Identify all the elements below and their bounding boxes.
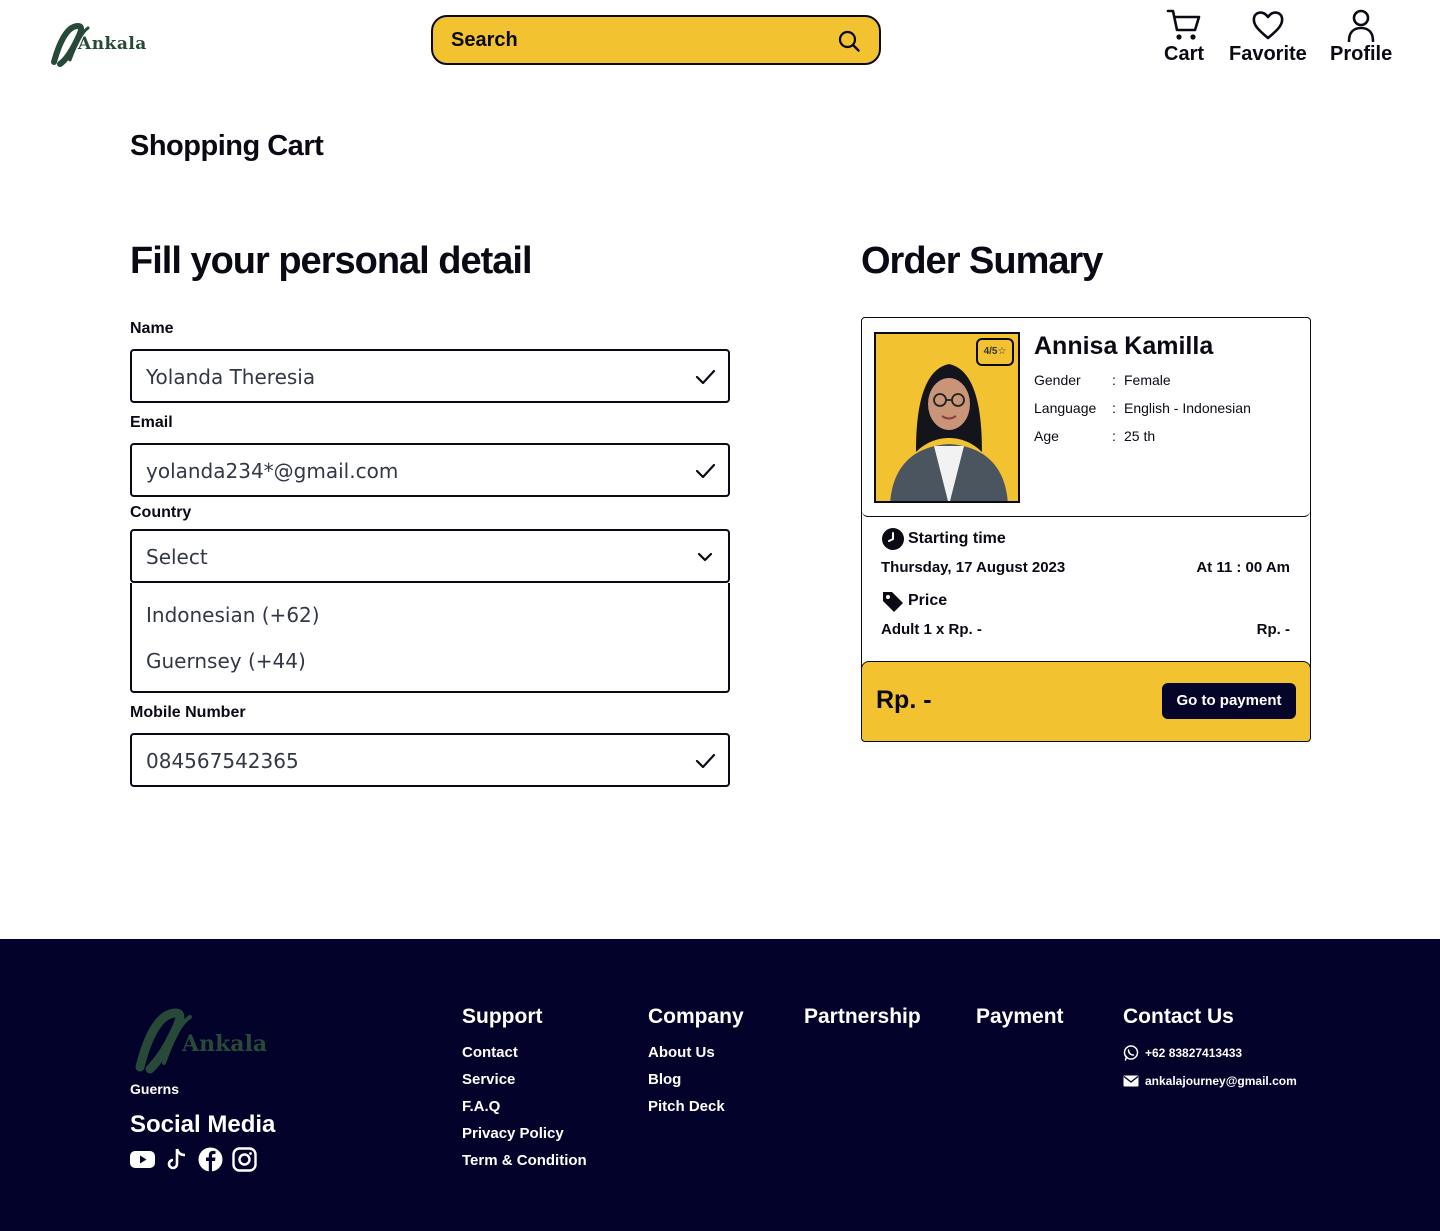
ankala-logo[interactable]: Ankala [50,20,146,68]
search-icon[interactable] [837,29,861,53]
price-label: Price [908,592,948,609]
support-link-faq[interactable]: F.A.Q [462,1093,587,1120]
footer-logo[interactable]: Ankala [134,1005,274,1075]
starting-time-label: Starting time [908,530,1006,547]
check-icon [695,369,716,385]
colon: : [1112,372,1116,388]
check-icon [695,463,716,479]
partnership-title[interactable]: Partnership [804,1005,921,1029]
social-media-title: Social Media [130,1111,276,1138]
age-label: Age [1034,428,1059,444]
contact-email-text: ankalajourney@gmail.com [1145,1074,1297,1088]
mail-icon [1123,1075,1139,1087]
support-link-terms[interactable]: Term & Condition [462,1147,587,1174]
contact-email[interactable]: ankalajourney@gmail.com [1123,1067,1297,1095]
contact-phone[interactable]: +62 83827413433 [1123,1039,1297,1067]
check-icon [695,753,716,769]
clock-icon [882,528,904,550]
contact-title: Contact Us [1123,1005,1234,1028]
total-bar: Rp. - Go to payment [861,661,1311,742]
host-name: Annisa Kamilla [1034,332,1214,360]
support-link-contact[interactable]: Contact [462,1039,587,1066]
company-title: Company [648,1005,744,1028]
country-option-guernsey[interactable]: Guernsey (+44) [146,649,306,673]
instagram-icon[interactable] [232,1147,257,1172]
name-value[interactable]: Yolanda Theresia [146,365,315,389]
company-link-pitch[interactable]: Pitch Deck [648,1093,744,1120]
whatsapp-icon [1123,1045,1139,1061]
social-icons [130,1147,257,1172]
heart-icon [1252,11,1284,40]
host-photo: 4/5☆ [874,332,1020,503]
total-price: Rp. - [876,686,932,714]
star-icon: ☆ [997,346,1007,357]
personal-detail-title: Fill your personal detail [130,240,533,282]
footer-support-column: Support Contact Service F.A.Q Privacy Po… [462,1005,587,1174]
host-profile-card[interactable]: 4/5☆ Annisa Kamilla Gender : Female Lang… [862,318,1310,517]
mobile-field[interactable]: 084567542365 [130,733,730,787]
contact-phone-text: +62 83827413433 [1145,1046,1243,1060]
footer-contact-column: Contact Us +62 83827413433 ankalajourney… [1123,1005,1297,1095]
name-label: Name [130,320,174,337]
footer: Ankala Guerns Social Media Support Conta… [0,939,1440,1231]
user-icon [1347,9,1375,42]
payment-title[interactable]: Payment [976,1005,1064,1029]
mobile-label: Mobile Number [130,704,246,721]
company-link-about[interactable]: About Us [648,1039,744,1066]
search-input[interactable]: Search [451,29,518,52]
order-summary-title: Order Sumary [861,240,1103,282]
nav-cart-label: Cart [1164,43,1205,65]
age-value: 25 th [1124,428,1156,444]
support-link-privacy[interactable]: Privacy Policy [462,1120,587,1147]
email-label: Email [130,414,173,431]
price-tag-icon [883,592,903,612]
country-label: Country [130,504,192,521]
footer-payment-column: Payment [976,1005,1064,1039]
nav-favorite-label: Favorite [1229,43,1307,65]
name-field[interactable]: Yolanda Theresia [130,349,730,403]
support-title: Support [462,1005,543,1028]
nav-cart[interactable]: Cart [1164,8,1204,66]
nav-profile-label: Profile [1330,43,1393,65]
company-link-blog[interactable]: Blog [648,1066,744,1093]
rating-value: 4/5 [983,346,998,357]
rating-badge: 4/5☆ [976,338,1014,366]
footer-small-text: Guerns [130,1081,180,1097]
adult-price: Rp. - [1256,621,1290,638]
tiktok-icon[interactable] [164,1147,189,1172]
go-to-payment-button[interactable]: Go to payment [1162,683,1296,719]
language-value: English - Indonesian [1124,400,1251,416]
country-dropdown: Indonesian (+62) Guernsey (+44) [130,583,730,693]
starting-hour: At 11 : 00 Am [1196,559,1290,576]
country-value[interactable]: Select [146,545,208,569]
gender-value: Female [1124,372,1171,388]
gender-label: Gender [1034,372,1081,388]
email-value[interactable]: yolanda234*@gmail.com [146,459,398,483]
footer-company-column: Company About Us Blog Pitch Deck [648,1005,744,1120]
nav-profile[interactable]: Profile [1330,8,1392,66]
language-label: Language [1034,400,1097,416]
country-select[interactable]: Select [130,529,730,583]
facebook-icon[interactable] [198,1147,223,1172]
order-summary-card: 4/5☆ Annisa Kamilla Gender : Female Lang… [861,317,1311,742]
colon: : [1112,428,1116,444]
footer-logo-text: Ankala [182,1031,268,1057]
adult-line: Adult 1 x Rp. - [881,621,982,638]
chevron-down-icon[interactable] [694,546,716,568]
starting-date: Thursday, 17 August 2023 [881,559,1066,576]
page-title: Shopping Cart [130,130,324,162]
nav-favorite[interactable]: Favorite [1229,8,1307,66]
email-field[interactable]: yolanda234*@gmail.com [130,443,730,497]
cart-icon [1166,9,1201,40]
youtube-icon[interactable] [130,1147,155,1172]
country-option-indonesia[interactable]: Indonesian (+62) [146,603,320,627]
logo-text: Ankala [78,34,147,54]
colon: : [1112,400,1116,416]
search-bar[interactable]: Search [431,15,881,65]
mobile-value[interactable]: 084567542365 [146,749,299,773]
footer-partnership-column: Partnership [804,1005,921,1039]
support-link-service[interactable]: Service [462,1066,587,1093]
